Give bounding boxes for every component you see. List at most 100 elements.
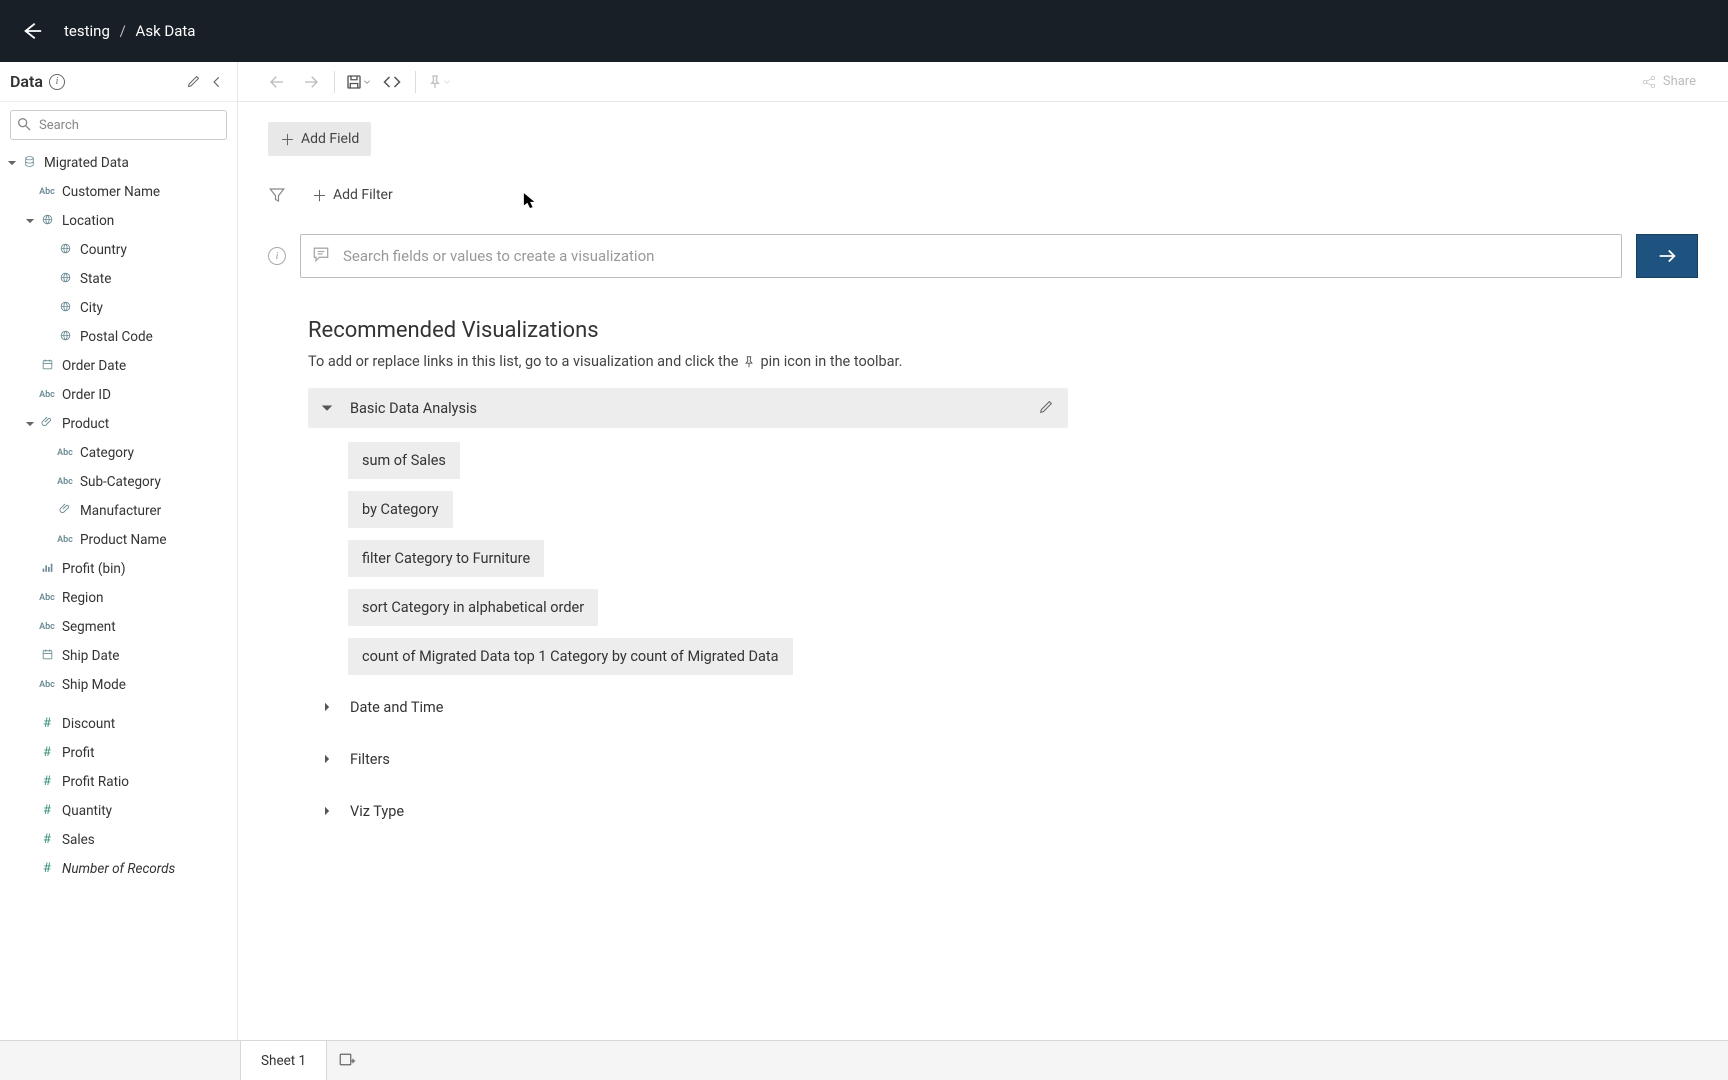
info-icon[interactable]: i xyxy=(268,247,286,265)
field-row[interactable]: State xyxy=(0,264,237,293)
field-label: State xyxy=(80,271,111,287)
rec-chip[interactable]: count of Migrated Data top 1 Category by… xyxy=(348,638,793,675)
measure-label: Profit xyxy=(62,745,95,761)
pin-button[interactable] xyxy=(424,67,454,97)
field-label: Customer Name xyxy=(62,184,160,200)
measure-label: Quantity xyxy=(62,803,112,819)
dataset-row[interactable]: Migrated Data xyxy=(0,148,237,177)
field-row[interactable]: Profit (bin) xyxy=(0,554,237,583)
field-row[interactable]: Location xyxy=(0,206,237,235)
redo-icon xyxy=(302,73,320,91)
measure-label: Sales xyxy=(62,832,95,848)
share-icon xyxy=(1641,74,1657,90)
field-row[interactable]: AbcCustomer Name xyxy=(0,177,237,206)
data-panel-header: Data i xyxy=(0,62,237,102)
redo-button[interactable] xyxy=(296,67,326,97)
field-row[interactable]: City xyxy=(0,293,237,322)
data-search-input[interactable] xyxy=(10,110,227,140)
measure-row[interactable]: #Profit Ratio xyxy=(0,767,237,796)
field-label: City xyxy=(80,300,103,316)
viz-search-input[interactable] xyxy=(333,235,1621,277)
field-row[interactable]: AbcCategory xyxy=(0,438,237,467)
arrow-left-icon xyxy=(21,20,43,42)
undo-button[interactable] xyxy=(262,67,292,97)
dataset-label: Migrated Data xyxy=(44,155,129,171)
undo-icon xyxy=(268,73,286,91)
rec-chip[interactable]: sort Category in alphabetical order xyxy=(348,589,598,626)
field-row[interactable]: AbcSegment xyxy=(0,612,237,641)
add-field-button[interactable]: ＋ Add Field xyxy=(268,122,371,156)
field-label: Product Name xyxy=(80,532,167,548)
breadcrumb-sep: / xyxy=(120,22,126,40)
field-label: Order Date xyxy=(62,358,126,374)
field-row[interactable]: Ship Date xyxy=(0,641,237,670)
rec-group-header[interactable]: Basic Data Analysis xyxy=(308,388,1068,428)
rec-chip[interactable]: by Category xyxy=(348,491,453,528)
field-row[interactable]: Order Date xyxy=(0,351,237,380)
rec-chip[interactable]: sum of Sales xyxy=(348,442,460,479)
new-sheet-button[interactable] xyxy=(327,1041,367,1080)
field-row[interactable]: Country xyxy=(0,235,237,264)
field-label: Product xyxy=(62,416,109,432)
edit-icon[interactable] xyxy=(183,72,203,92)
field-label: Country xyxy=(80,242,127,258)
rec-group-header[interactable]: Date and Time xyxy=(308,687,1068,727)
edit-icon xyxy=(1038,399,1056,417)
save-icon xyxy=(345,73,363,91)
app-header: testing / Ask Data xyxy=(0,0,1728,62)
add-field-label: Add Field xyxy=(301,131,359,147)
measure-row[interactable]: #Number of Records xyxy=(0,854,237,883)
rec-group-header[interactable]: Filters xyxy=(308,739,1068,779)
viz-search-box xyxy=(300,234,1622,278)
share-button: Share xyxy=(1633,70,1704,94)
sheet-tab[interactable]: Sheet 1 xyxy=(240,1041,327,1080)
field-row[interactable]: AbcRegion xyxy=(0,583,237,612)
chevron-down-icon xyxy=(363,78,371,86)
main-area: Share ＋ Add Field ＋ Add Filter xyxy=(238,62,1728,1040)
rec-chip[interactable]: filter Category to Furniture xyxy=(348,540,544,577)
filter-icon xyxy=(268,186,286,204)
search-icon xyxy=(16,116,34,134)
desc-text: pin icon in the toolbar. xyxy=(760,353,902,370)
code-icon xyxy=(382,72,402,92)
recommendations-title: Recommended Visualizations xyxy=(308,318,1068,343)
arrow-right-icon xyxy=(1656,245,1678,267)
rec-group-label: Viz Type xyxy=(350,803,404,820)
measure-label: Profit Ratio xyxy=(62,774,129,790)
field-label: Category xyxy=(80,445,134,461)
measure-label: Number of Records xyxy=(62,861,175,877)
field-row[interactable]: AbcShip Mode xyxy=(0,670,237,699)
submit-button[interactable] xyxy=(1636,234,1698,278)
field-row[interactable]: AbcSub-Category xyxy=(0,467,237,496)
field-row[interactable]: AbcOrder ID xyxy=(0,380,237,409)
measure-label: Discount xyxy=(62,716,115,732)
data-panel-title: Data xyxy=(10,72,43,91)
info-icon[interactable]: i xyxy=(49,74,65,90)
breadcrumb-leaf: Ask Data xyxy=(136,22,196,40)
sheet-tabs: Sheet 1 xyxy=(0,1040,1728,1080)
canvas: ＋ Add Field ＋ Add Filter i xyxy=(238,102,1728,1040)
field-row[interactable]: Product xyxy=(0,409,237,438)
measure-row[interactable]: #Discount xyxy=(0,709,237,738)
measure-row[interactable]: #Profit xyxy=(0,738,237,767)
rec-group-header[interactable]: Viz Type xyxy=(308,791,1068,831)
data-panel: Data i Migrated Data AbcCustomer Name Loca… xyxy=(0,62,238,1040)
main-toolbar: Share xyxy=(238,62,1728,102)
measure-row[interactable]: #Sales xyxy=(0,825,237,854)
field-label: Location xyxy=(62,213,114,229)
plus-icon: ＋ xyxy=(280,129,295,150)
field-row[interactable]: Manufacturer xyxy=(0,496,237,525)
breadcrumb-root[interactable]: testing xyxy=(64,22,110,40)
collapse-panel-icon[interactable] xyxy=(207,72,227,92)
measure-row[interactable]: #Quantity xyxy=(0,796,237,825)
back-button[interactable] xyxy=(20,19,44,43)
field-label: Segment xyxy=(62,619,116,635)
field-row[interactable]: Postal Code xyxy=(0,322,237,351)
field-label: Manufacturer xyxy=(80,503,161,519)
field-label: Region xyxy=(62,590,104,606)
save-viz-button[interactable] xyxy=(343,67,373,97)
embed-button[interactable] xyxy=(377,67,407,97)
add-filter-button[interactable]: ＋ Add Filter xyxy=(300,178,405,212)
chat-icon xyxy=(311,244,333,268)
field-row[interactable]: AbcProduct Name xyxy=(0,525,237,554)
